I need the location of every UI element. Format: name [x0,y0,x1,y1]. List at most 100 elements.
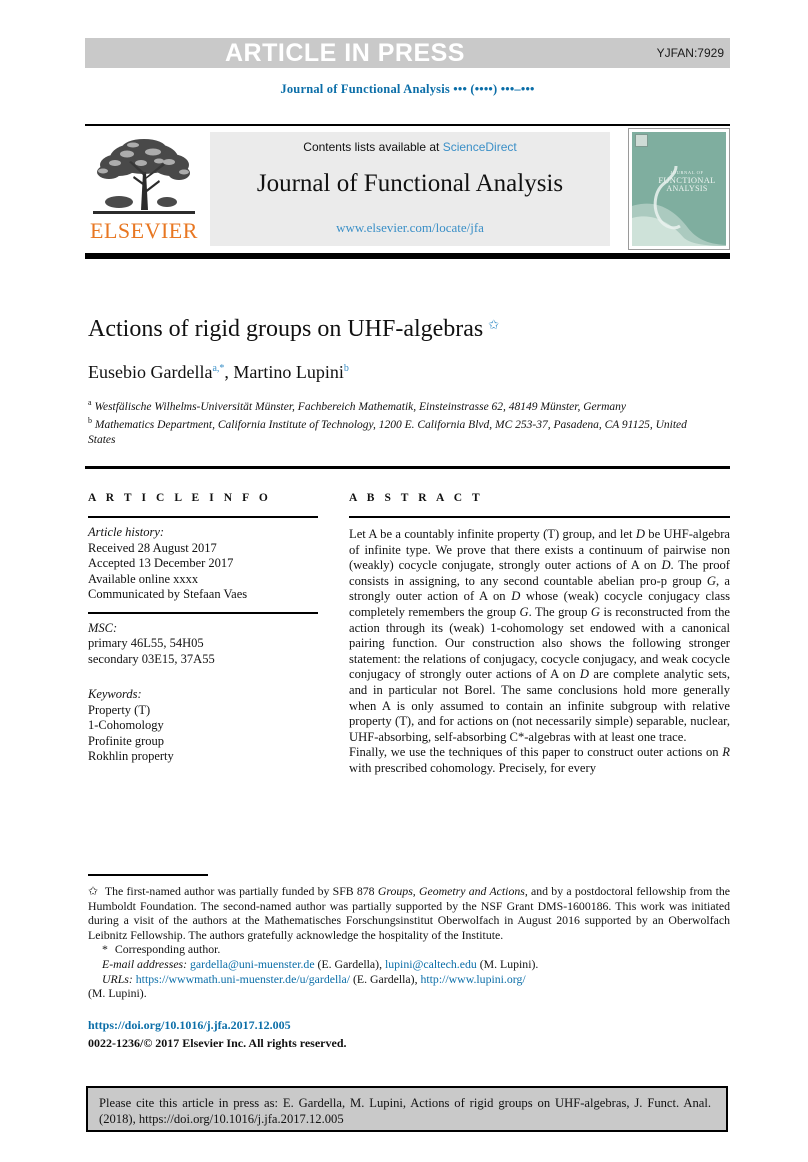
contents-prefix: Contents lists available at [303,140,443,154]
author-list: Eusebio Gardellaa,*, Martino Lupinib [88,362,349,382]
funding-text-a: The first-named author was partially fun… [101,884,378,898]
affiliation-mark-b: b [88,416,92,426]
article-info-rule [88,516,318,518]
msc-label: MSC: [88,620,118,635]
msc-divider-rule [88,611,318,614]
elsevier-logo: ELSEVIER [85,132,203,246]
funding-star-icon: ✩ [88,884,98,898]
affiliation-b: b Mathematics Department, California Ins… [88,414,688,447]
msc-block: MSC: primary 46L55, 54H05 secondary 03E1… [88,621,318,668]
url-link-2[interactable]: http://www.lupini.org/ [420,972,525,986]
keyword-1: Property (T) [88,702,151,717]
keyword-4: Rokhlin property [88,749,174,763]
footnote-funding: ✩ The first-named author was partially f… [88,884,730,942]
author-marks-2[interactable]: b [344,363,349,374]
affiliation-a: a Westfälische Wilhelms-Universität Müns… [88,396,688,414]
article-in-press-label: ARTICLE IN PRESS [225,39,465,67]
email-addresses-label: E-mail addresses: [102,956,188,971]
sciencedirect-link[interactable]: ScienceDirect [443,140,517,154]
abstract-text: Let A be a countably infinite property (… [349,527,730,777]
journal-cover-title: JOURNAL OF FUNCTIONAL ANALYSIS [655,170,719,193]
copyright-line: 0022-1236/© 2017 Elsevier Inc. All right… [88,1036,347,1050]
masthead-top-rule [85,124,730,126]
cover-title-line3: ANALYSIS [666,183,708,193]
abs-var-r: R [722,745,730,760]
masthead: ELSEVIER Contents lists available at Sci… [85,128,730,250]
footnote-urls: URLs: https://wwwmath.uni-muenster.de/u/… [88,972,730,987]
cite-this-article-box: Please cite this article in press as: E.… [86,1086,728,1132]
title-footnote-star-icon[interactable]: ✩ [488,317,499,332]
msc-primary: primary 46L55, 54H05 [88,636,204,650]
keyword-2: 1-Cohomology [88,718,164,732]
article-history-label: Article history: [88,525,165,539]
abstract-rule [349,516,730,518]
abstract-paragraph-2: Finally, we use the techniques of this p… [349,745,730,776]
keywords-block: Keywords: Property (T) 1-Cohomology Prof… [88,687,318,765]
keywords-label: Keywords: [88,687,142,701]
article-info-heading: A R T I C L E I N F O [88,492,272,504]
email-owner-1: (E. Gardella), [314,956,385,971]
affiliation-text-b: Mathematics Department, California Insti… [88,419,687,446]
history-accepted: Accepted 13 December 2017 [88,556,234,570]
article-code-label: YJFAN:7929 [656,46,724,60]
article-title-text: Actions of rigid groups on UHF-algebras [88,316,484,342]
corresponding-star-icon: * [102,942,108,957]
urls-label: URLs: [102,971,133,986]
footnote-separator-rule [88,874,208,876]
journal-homepage-link[interactable]: www.elsevier.com/locate/jfa [210,220,610,236]
author-name-1: Eusebio Gardella [88,362,213,382]
article-info-column: A R T I C L E I N F O Article history: R… [88,492,318,765]
elsevier-wordmark: ELSEVIER [90,218,198,243]
msc-secondary: secondary 03E15, 37A55 [88,651,215,666]
cite-this-article-text: Please cite this article in press as: E.… [99,1096,711,1126]
footnote-block: ✩ The first-named author was partially f… [88,884,730,1001]
masthead-box: Contents lists available at ScienceDirec… [210,132,610,246]
funding-grant-name: Groups, Geometry and Actions [377,884,525,898]
url-owner-1: (E. Gardella), [350,971,421,986]
abs-var-d1: D [635,527,645,541]
page-title: Actions of rigid groups on UHF-algebras ✩ [88,316,688,343]
author-marks-1[interactable]: a,* [212,363,224,374]
footnote-corresponding-author: * Corresponding author. [88,942,730,957]
abstract-column: A B S T R A C T Let A be a countably inf… [349,492,730,777]
abs-var-g3: G [590,604,601,619]
journal-reference-line: Journal of Functional Analysis ••• (••••… [280,82,535,96]
url-link-1[interactable]: https://wwwmath.uni-muenster.de/u/gardel… [136,972,350,986]
masthead-bottom-rule [85,253,730,259]
abs-seg-1: Let A be a countably infinite property (… [349,527,636,541]
corresponding-author-text: Corresponding author. [111,942,221,957]
keyword-3: Profinite group [88,733,165,748]
masthead-journal-title: Journal of Functional Analysis [256,170,564,197]
abs-seg-6: . The group [528,604,591,619]
article-first-page: ARTICLE IN PRESS YJFAN:7929 Journal of F… [0,0,808,1162]
journal-cover-thumbnail: JOURNAL OF FUNCTIONAL ANALYSIS [628,128,730,250]
article-in-press-banner: ARTICLE IN PRESS YJFAN:7929 [85,38,730,68]
email-owner-2: (M. Lupini). [476,956,539,971]
affiliation-text-a: Westfälische Wilhelms-Universität Münste… [94,400,627,413]
email-link-2[interactable]: lupini@caltech.edu [385,957,477,971]
affiliation-mark-a: a [88,398,92,407]
contents-available-line: Contents lists available at ScienceDirec… [210,140,610,154]
abs-seg-10: with prescribed cohomology. Precisely, f… [349,760,597,775]
history-communicated-by: Communicated by Stefaan Vaes [88,587,248,601]
url-owner-2: (M. Lupini). [88,986,147,1001]
title-section-rule [85,466,730,469]
abs-var-g2: G [519,604,529,619]
abstract-heading: A B S T R A C T [349,492,484,504]
history-received: Received 28 August 2017 [88,540,217,555]
abs-var-d3: D [511,589,521,604]
abs-var-g1: G [706,573,716,588]
doi-link[interactable]: https://doi.org/10.1016/j.jfa.2017.12.00… [88,1018,291,1033]
author-name-2: Martino Lupini [233,362,344,382]
footnote-emails: E-mail addresses: gardella@uni-muenster.… [88,957,730,972]
email-link-1[interactable]: gardella@uni-muenster.de [190,957,315,971]
abs-var-d4: D [579,667,590,682]
article-history-block: Article history: Received 28 August 2017… [88,525,318,603]
history-available-online: Available online xxxx [88,571,199,586]
footnote-urls-continued: (M. Lupini). [88,986,730,1001]
affiliation-list: a Westfälische Wilhelms-Universität Müns… [88,396,688,447]
abstract-paragraph-1: Let A be a countably infinite property (… [349,527,730,745]
elsevier-tree-icon [93,139,195,214]
abs-seg-9: Finally, we use the techniques of this p… [349,745,723,760]
